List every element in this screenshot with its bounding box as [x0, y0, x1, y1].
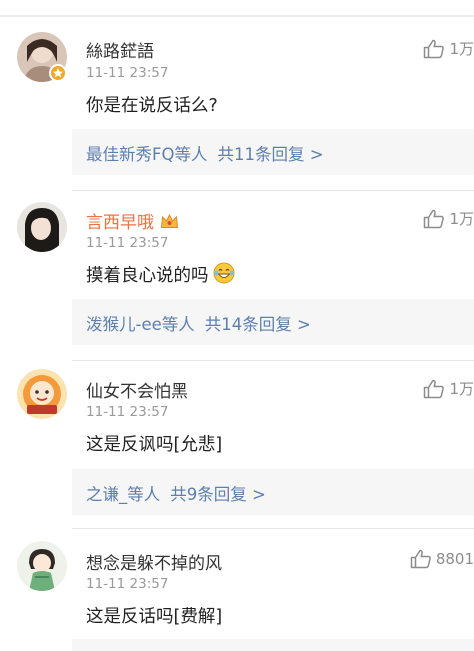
- thumbs-up-icon: [424, 39, 445, 58]
- reply-count-link[interactable]: 共11条回复 >: [217, 145, 323, 164]
- timestamp: 11-11 23:57: [86, 65, 169, 81]
- reply-preview[interactable]: 最佳新秀FQ等人 共11条回复 >: [72, 129, 474, 175]
- reply-preview[interactable]: [72, 639, 474, 651]
- reply-preview[interactable]: 泼猴儿-ee等人 共14条回复 >: [72, 299, 474, 345]
- comment-divider: [72, 360, 474, 361]
- laughing-tears-emoji-icon: [213, 262, 234, 284]
- comment-text: 摸着良心说的吗: [86, 262, 235, 287]
- verified-badge-icon: [49, 64, 67, 82]
- comment-divider: [72, 528, 474, 529]
- comment-divider: [72, 190, 474, 191]
- reply-users: 泼猴儿-ee等人: [86, 315, 195, 334]
- avatar[interactable]: [17, 541, 67, 591]
- reply-count-link[interactable]: 共14条回复 >: [205, 315, 311, 334]
- reply-users: 之谦_等人: [86, 485, 161, 504]
- username[interactable]: 言西早哦: [86, 208, 179, 233]
- thumbs-up-icon: [424, 209, 445, 228]
- like-count: 8801: [435, 550, 474, 568]
- reply-users: 最佳新秀FQ等人: [86, 145, 208, 164]
- vip-crown-icon: [160, 213, 179, 228]
- timestamp: 11-11 23:57: [86, 404, 169, 420]
- timestamp: 11-11 23:57: [86, 235, 169, 251]
- like-button[interactable]: 8801: [410, 549, 474, 569]
- thumbs-up-icon: [424, 379, 445, 398]
- like-button[interactable]: 1万: [423, 38, 474, 59]
- top-divider: [0, 15, 474, 17]
- username[interactable]: 絲路鋩語: [86, 37, 154, 62]
- comment-text: 这是反讽吗[允悲]: [86, 435, 223, 455]
- like-count: 1万: [449, 40, 474, 58]
- thumbs-up-icon: [410, 549, 431, 569]
- reply-preview[interactable]: 之谦_等人 共9条回复 >: [72, 469, 474, 515]
- reply-count-link[interactable]: 共9条回复 >: [170, 485, 266, 504]
- username[interactable]: 想念是躲不掉的风: [86, 549, 222, 574]
- like-count: 1万: [449, 210, 474, 228]
- avatar[interactable]: [17, 369, 67, 419]
- like-count: 1万: [449, 380, 474, 398]
- comment-text: 你是在说反话么?: [86, 96, 218, 116]
- timestamp: 11-11 23:57: [86, 576, 169, 592]
- like-button[interactable]: 1万: [423, 378, 474, 399]
- username[interactable]: 仙女不会怕黑: [86, 377, 188, 402]
- like-button[interactable]: 1万: [423, 208, 474, 229]
- comment-text: 这是反话吗[费解]: [86, 607, 223, 627]
- avatar[interactable]: [17, 202, 67, 252]
